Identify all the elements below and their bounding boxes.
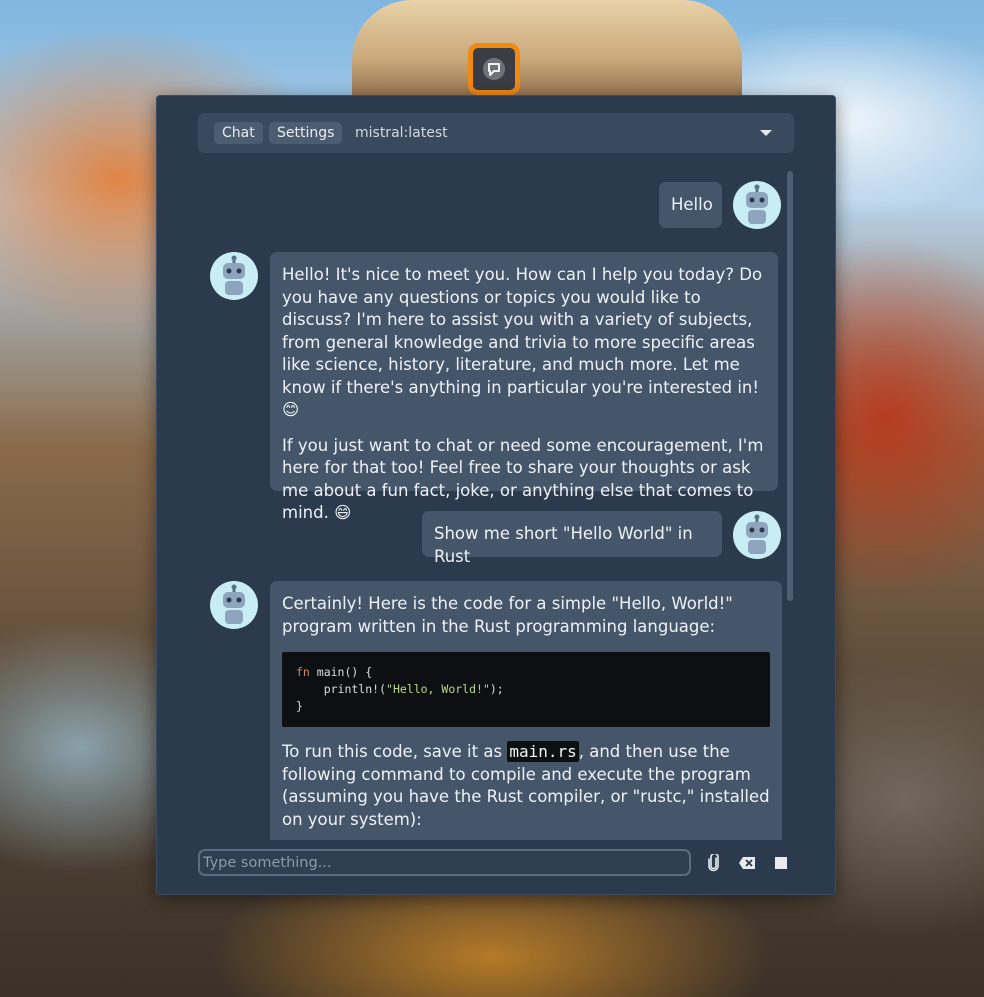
clear-button[interactable] <box>737 853 757 873</box>
message-list[interactable]: Hello Hello! It's nice to meet you. How … <box>157 168 835 840</box>
code-text: println!( <box>296 682 387 696</box>
avatar <box>210 581 258 629</box>
avatar <box>210 252 258 300</box>
user-message: Hello <box>659 182 722 228</box>
code-string: "Hello, World!" <box>386 682 490 696</box>
message-paragraph: To run this code, save it as main.rs, an… <box>282 741 770 831</box>
tab-chat[interactable]: Chat <box>214 122 263 144</box>
message-paragraph: Hello! It's nice to meet you. How can I … <box>282 265 763 419</box>
message-input[interactable] <box>198 849 691 876</box>
code-keyword: fn <box>296 665 310 679</box>
inline-code: main.rs <box>507 741 579 762</box>
paperclip-icon <box>708 854 719 872</box>
top-bar: Chat Settings mistral:latest <box>198 113 794 153</box>
tab-settings[interactable]: Settings <box>269 122 343 144</box>
model-select[interactable]: mistral:latest <box>355 113 448 153</box>
message-text: Show me short "Hello World" in Rust <box>434 524 693 566</box>
assistant-message: Certainly! Here is the code for a simple… <box>270 581 782 840</box>
message-text: To run this code, save it as <box>282 742 508 761</box>
message-paragraph: Certainly! Here is the code for a simple… <box>282 594 733 636</box>
attach-button[interactable] <box>704 853 724 873</box>
scrollbar[interactable] <box>787 171 793 601</box>
backspace-icon <box>739 857 755 869</box>
chat-app-icon <box>483 58 505 80</box>
stop-button[interactable] <box>771 853 791 873</box>
avatar <box>733 181 781 229</box>
code-block[interactable]: fn main() { println!("Hello, World!"); } <box>282 652 770 727</box>
robot-icon <box>746 184 768 224</box>
message-text: Hello <box>671 195 713 214</box>
robot-icon <box>746 514 768 554</box>
chevron-down-icon[interactable] <box>760 130 772 136</box>
robot-icon <box>223 255 245 295</box>
code-text: } <box>296 699 303 713</box>
stop-icon <box>775 857 787 869</box>
robot-icon <box>223 584 245 624</box>
background-castle <box>352 0 742 100</box>
chat-window: Chat Settings mistral:latest Hello Hello… <box>156 95 836 895</box>
avatar <box>733 511 781 559</box>
app-launcher-button[interactable] <box>468 43 520 95</box>
code-text: ); <box>489 682 504 696</box>
assistant-message: Hello! It's nice to meet you. How can I … <box>270 252 778 522</box>
code-text: main() { <box>309 665 373 679</box>
user-message: Show me short "Hello World" in Rust <box>422 511 722 566</box>
